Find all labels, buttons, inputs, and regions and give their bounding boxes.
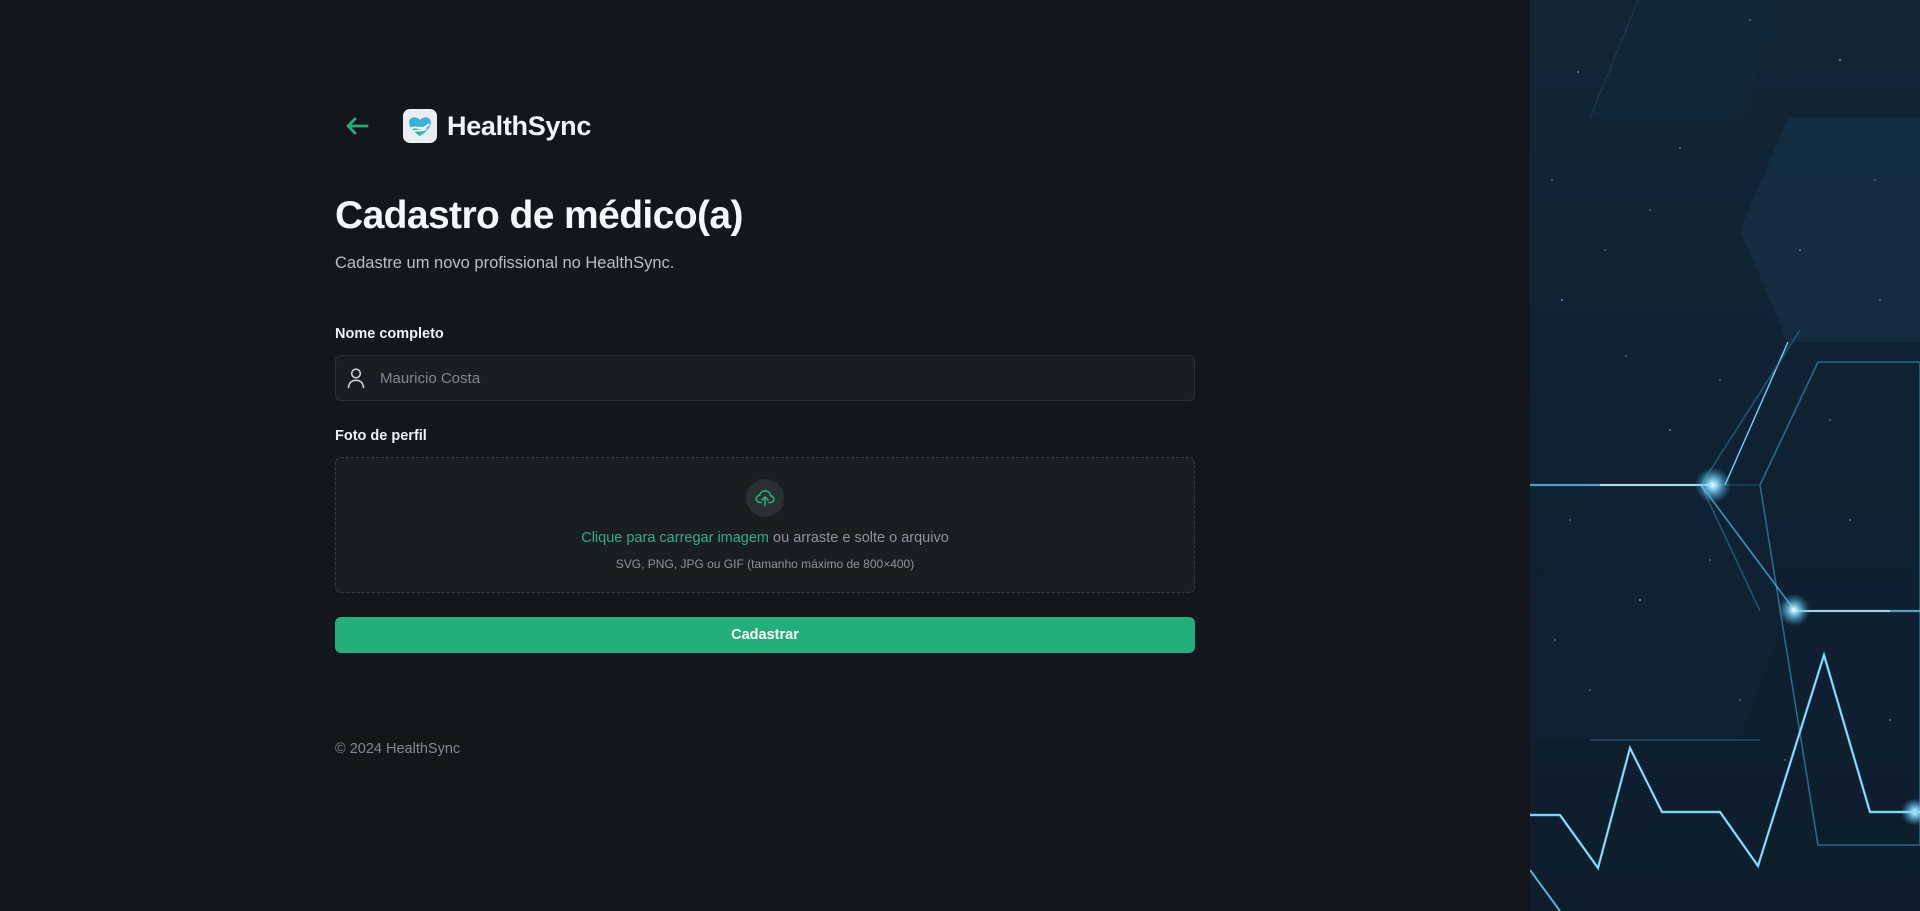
name-field [335, 355, 1195, 401]
upload-instructions: Clique para carregar imagem ou arraste e… [336, 530, 1194, 546]
user-icon [346, 367, 366, 389]
photo-label: Foto de perfil [335, 428, 427, 444]
header: HealthSync [335, 106, 591, 146]
upload-hint: SVG, PNG, JPG ou GIF (tamanho máximo de … [615, 557, 915, 571]
healthsync-logo [403, 109, 437, 143]
cloud-upload-icon [755, 490, 775, 507]
name-input[interactable] [366, 356, 1194, 400]
hexagon-heartbeat-illustration [1530, 0, 1920, 911]
page-title: Cadastro de médico(a) [335, 194, 743, 237]
copyright: © 2024 HealthSync [335, 741, 461, 757]
heart-hand-logo-icon [409, 117, 431, 136]
back-button[interactable] [337, 106, 377, 146]
brand-name: HealthSync [447, 110, 592, 141]
form-panel [0, 0, 1530, 911]
arrow-left-icon [346, 117, 369, 135]
page-subtitle: Cadastre um novo profissional no HealthS… [335, 254, 675, 272]
name-label: Nome completo [335, 326, 444, 342]
decorative-panel [1530, 0, 1920, 911]
upload-icon-wrapper [746, 479, 784, 517]
submit-button[interactable]: Cadastrar [335, 617, 1195, 653]
upload-text: ou arraste e solte o arquivo [769, 530, 949, 546]
photo-dropzone[interactable]: Clique para carregar imagem ou arraste e… [335, 457, 1195, 593]
upload-link[interactable]: Clique para carregar imagem [581, 530, 769, 546]
